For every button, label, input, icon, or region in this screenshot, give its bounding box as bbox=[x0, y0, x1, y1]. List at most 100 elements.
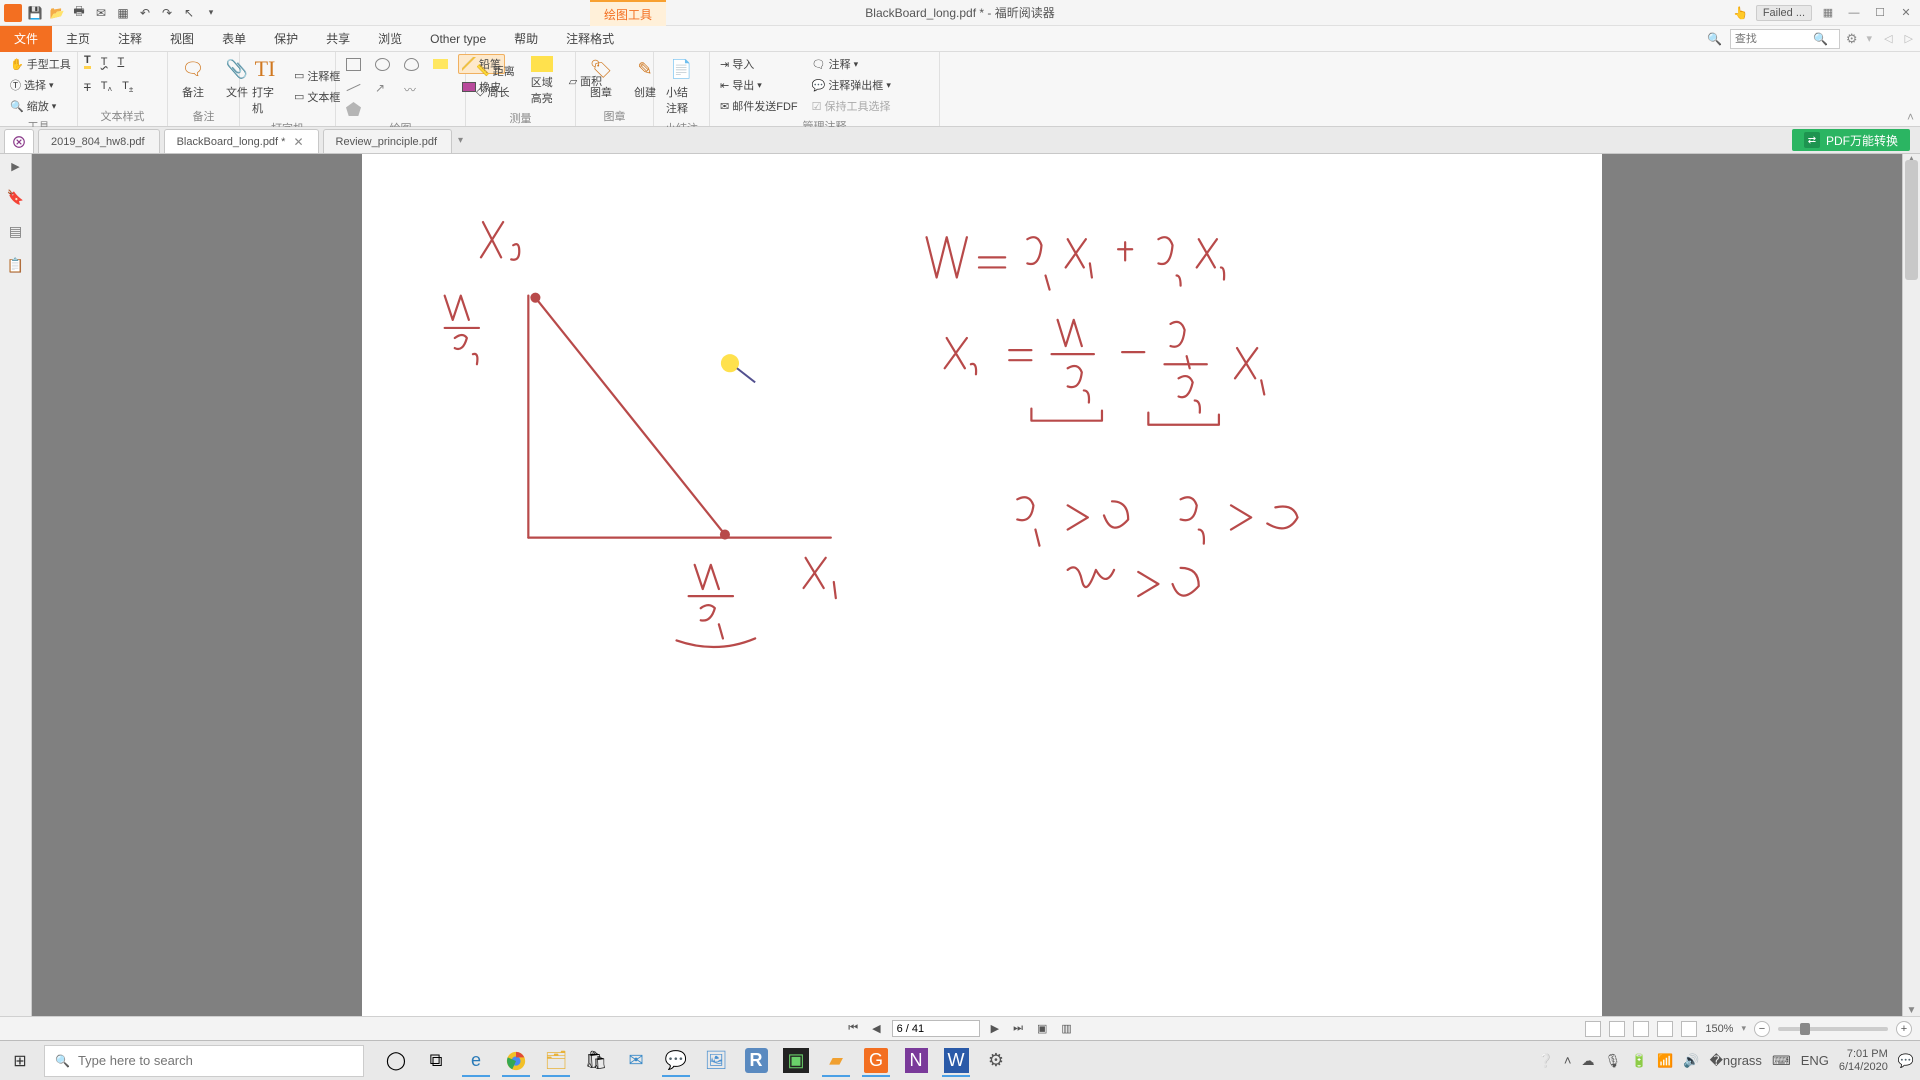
replace-text-icon[interactable]: T± bbox=[122, 80, 133, 94]
import-comments[interactable]: ⇥导入 bbox=[716, 54, 802, 74]
doc-tab-0[interactable]: 2019_804_hw8.pdf bbox=[38, 129, 160, 153]
taskbar-search-input[interactable] bbox=[78, 1053, 353, 1068]
search-submit-icon[interactable]: 🔍 bbox=[1809, 32, 1833, 46]
menu-home[interactable]: 主页 bbox=[52, 26, 104, 52]
highlight-icon[interactable]: T bbox=[84, 54, 91, 69]
view-single-icon[interactable] bbox=[1585, 1021, 1601, 1037]
hand-up-icon[interactable]: 👆 bbox=[1732, 4, 1750, 22]
print-icon[interactable]: 🖶 bbox=[70, 4, 88, 22]
polyline-shape[interactable]: 〰 bbox=[400, 79, 423, 96]
oval-shape[interactable] bbox=[371, 56, 394, 73]
canvas-area[interactable]: ▲ ▼ bbox=[32, 154, 1920, 1016]
pdf-page[interactable] bbox=[362, 154, 1602, 1016]
language-indicator[interactable]: ENG bbox=[1801, 1053, 1829, 1068]
export-comments[interactable]: ⇤导出▾ bbox=[716, 75, 802, 95]
nav-next-icon[interactable]: ▷ bbox=[1902, 32, 1916, 45]
next-page-button[interactable]: ▶ bbox=[988, 1022, 1002, 1035]
drawing-tools-tab[interactable]: 绘图工具 bbox=[590, 0, 666, 26]
summarize-comments-button[interactable]: 📄小结注释 bbox=[660, 54, 703, 118]
comments-button[interactable]: 🗨注释▾ bbox=[808, 54, 895, 74]
tray-expand-icon[interactable]: ˄ bbox=[1564, 1053, 1572, 1068]
page-input[interactable] bbox=[892, 1020, 980, 1037]
zoom-tool[interactable]: 🔍缩放▾ bbox=[6, 96, 71, 116]
area-highlight-big[interactable]: 区域高亮 bbox=[525, 54, 559, 108]
open-icon[interactable]: 📂 bbox=[48, 4, 66, 22]
scroll-thumb[interactable] bbox=[1905, 160, 1918, 280]
keep-tool-check[interactable]: ☑保持工具选择 bbox=[808, 96, 895, 116]
note-button[interactable]: 🗨备注 bbox=[174, 54, 212, 102]
menu-comment-format[interactable]: 注释格式 bbox=[552, 26, 628, 52]
apps-grid-icon[interactable]: ▦ bbox=[1818, 3, 1838, 23]
prev-page-button[interactable]: ◀ bbox=[869, 1022, 883, 1035]
doc-tab-1[interactable]: BlackBoard_long.pdf *✕ bbox=[164, 129, 319, 153]
save-icon[interactable]: 💾 bbox=[26, 4, 44, 22]
view-rotate-icon[interactable] bbox=[1681, 1021, 1697, 1037]
wifi-icon[interactable]: 📶 bbox=[1657, 1053, 1673, 1069]
sublime-icon[interactable]: ▰ bbox=[818, 1043, 854, 1079]
onedrive-icon[interactable]: ☁ bbox=[1582, 1053, 1595, 1069]
settings-app-icon[interactable]: ⚙ bbox=[978, 1043, 1014, 1079]
find-icon[interactable]: 🔍 bbox=[1706, 30, 1724, 48]
squiggly-icon[interactable]: T bbox=[101, 56, 108, 68]
pdf-convert-button[interactable]: ⇄ PDF万能转换 bbox=[1792, 129, 1910, 151]
search-box[interactable]: 🔍 bbox=[1730, 29, 1840, 49]
distance-tool[interactable]: 📏距离 bbox=[472, 61, 519, 81]
page-layout-1-icon[interactable]: ▣ bbox=[1034, 1022, 1050, 1035]
hand-tool[interactable]: ✋手型工具 bbox=[6, 54, 71, 74]
chrome-icon[interactable] bbox=[498, 1043, 534, 1079]
mail-icon[interactable]: ✉ bbox=[92, 4, 110, 22]
close-tab-icon[interactable]: ✕ bbox=[293, 135, 303, 149]
stamp-button[interactable]: 🏷图章 bbox=[582, 54, 620, 102]
view-facing-icon[interactable] bbox=[1633, 1021, 1649, 1037]
taskbar-clock[interactable]: 7:01 PM 6/14/2020 bbox=[1839, 1048, 1888, 1074]
notifications-icon[interactable]: 💬 bbox=[1898, 1053, 1914, 1069]
store-icon[interactable]: 🛍 bbox=[578, 1043, 614, 1079]
view-continuous-icon[interactable] bbox=[1609, 1021, 1625, 1037]
r-app-icon[interactable]: R bbox=[738, 1043, 774, 1079]
start-button[interactable]: ⊞ bbox=[0, 1041, 40, 1080]
undo-icon[interactable]: ↶ bbox=[136, 4, 154, 22]
side-panel-toggle[interactable]: ▶ bbox=[11, 160, 19, 173]
page-layout-2-icon[interactable]: ▥ bbox=[1058, 1022, 1074, 1035]
wechat-icon[interactable]: 💬 bbox=[658, 1043, 694, 1079]
menu-share[interactable]: 共享 bbox=[312, 26, 364, 52]
select-tool[interactable]: Ⓣ选择▾ bbox=[6, 75, 71, 95]
mic-icon[interactable]: 🎙 bbox=[1605, 1053, 1622, 1069]
menu-help[interactable]: 帮助 bbox=[500, 26, 552, 52]
menu-protect[interactable]: 保护 bbox=[260, 26, 312, 52]
search-input[interactable] bbox=[1731, 33, 1809, 45]
edge-icon[interactable]: e bbox=[458, 1043, 494, 1079]
menu-form[interactable]: 表单 bbox=[208, 26, 260, 52]
zoom-slider[interactable] bbox=[1778, 1027, 1888, 1031]
cortana-icon[interactable]: ◯ bbox=[378, 1043, 414, 1079]
zoom-in-button[interactable]: + bbox=[1896, 1021, 1912, 1037]
menu-view[interactable]: 视图 bbox=[156, 26, 208, 52]
zoom-out-button[interactable]: − bbox=[1754, 1021, 1770, 1037]
pages-panel-icon[interactable]: ▤ bbox=[6, 221, 26, 241]
scroll-down-icon[interactable]: ▼ bbox=[1903, 1005, 1920, 1016]
ribbon-collapse-icon[interactable]: ˄ bbox=[1907, 110, 1914, 124]
settings-dropdown-icon[interactable]: ▾ bbox=[1864, 32, 1876, 45]
mail-fdf[interactable]: ✉邮件发送FDF bbox=[716, 96, 802, 116]
area-highlight[interactable] bbox=[429, 57, 452, 71]
zoom-slider-knob[interactable] bbox=[1800, 1023, 1810, 1035]
menu-comment[interactable]: 注释 bbox=[104, 26, 156, 52]
onenote-icon[interactable]: N bbox=[898, 1043, 934, 1079]
tabs-dropdown-icon[interactable]: ▾ bbox=[458, 135, 463, 146]
close-button[interactable]: ✕ bbox=[1896, 3, 1916, 23]
pointer-icon[interactable]: ↖ bbox=[180, 4, 198, 22]
word-icon[interactable]: W bbox=[938, 1043, 974, 1079]
status-failed[interactable]: Failed ... bbox=[1756, 5, 1812, 21]
cloud-shape[interactable] bbox=[400, 56, 423, 73]
bookmarks-icon[interactable]: 🔖 bbox=[6, 187, 26, 207]
battery-icon[interactable]: 🔋 bbox=[1631, 1053, 1647, 1069]
pycharm-icon[interactable]: ▣ bbox=[778, 1043, 814, 1079]
redo-icon[interactable]: ↷ bbox=[158, 4, 176, 22]
start-page-button[interactable] bbox=[4, 129, 34, 153]
new-icon[interactable]: ▦ bbox=[114, 4, 132, 22]
arrow-shape[interactable]: ↗ bbox=[371, 79, 394, 96]
menu-other[interactable]: Other type bbox=[416, 26, 500, 52]
nav-prev-icon[interactable]: ◁ bbox=[1881, 32, 1895, 45]
doc-tab-2[interactable]: Review_principle.pdf bbox=[323, 129, 453, 153]
qat-more-icon[interactable]: ▾ bbox=[202, 4, 220, 22]
